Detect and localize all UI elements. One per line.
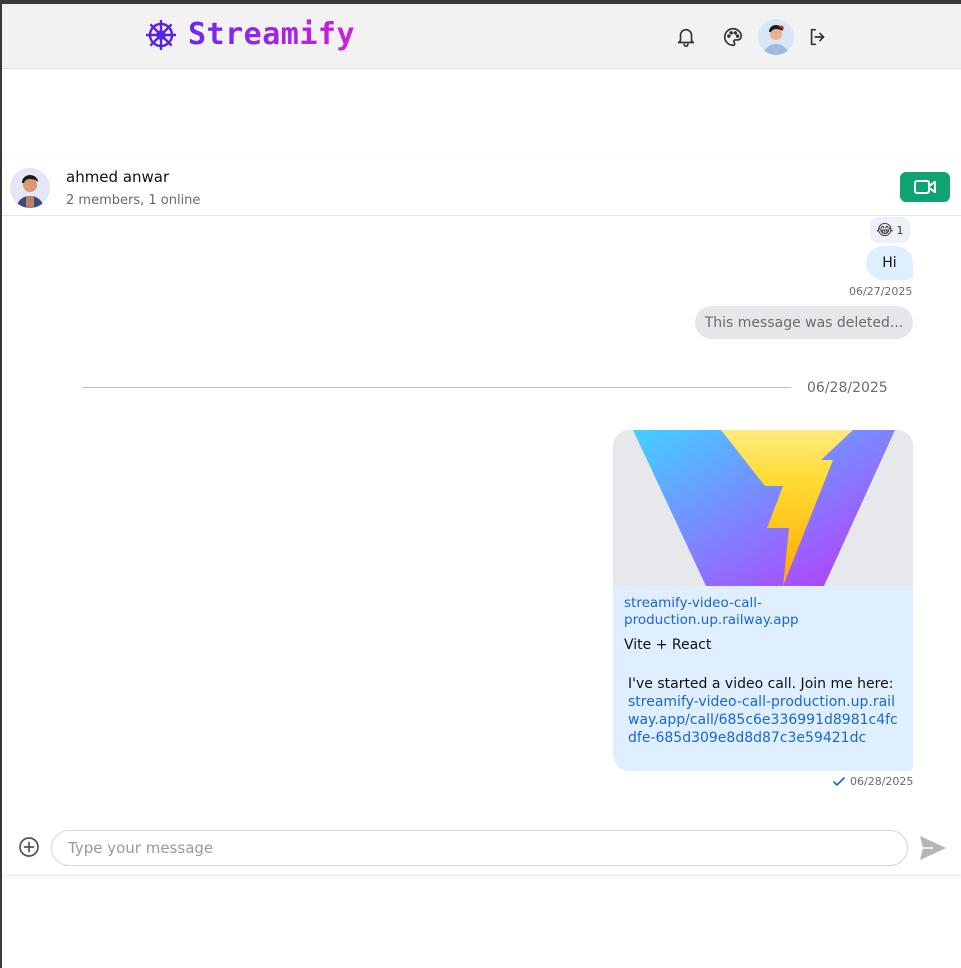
- reaction-count: 1: [896, 223, 904, 237]
- brand-name: Streamify: [188, 17, 356, 52]
- logout-icon[interactable]: [805, 24, 831, 50]
- message-timestamp: 06/27/2025: [849, 285, 913, 298]
- message-composer: [2, 825, 961, 869]
- channel-header: ahmed anwar 2 members, 1 online: [2, 158, 961, 216]
- channel-member-count: 2 members, 1 online: [66, 193, 201, 208]
- link-preview-url[interactable]: streamify-video-call-production.up.railw…: [624, 595, 904, 629]
- video-camera-icon: [913, 178, 937, 196]
- link-preview-title: Vite + React: [624, 637, 712, 653]
- link-preview-image: [613, 430, 913, 586]
- check-icon: [833, 776, 845, 787]
- chat-window: ahmed anwar 2 members, 1 online 😂 1 Hi 0…: [2, 158, 961, 874]
- link-preview-message[interactable]: streamify-video-call-production.up.railw…: [613, 430, 913, 771]
- send-icon[interactable]: [919, 835, 947, 861]
- message-status: 06/28/2025: [833, 775, 913, 788]
- brand-logo[interactable]: Streamify: [144, 17, 355, 52]
- video-call-link[interactable]: streamify-video-call-production.up.railw…: [628, 693, 898, 747]
- navbar: Streamify: [2, 4, 961, 69]
- message-text: I've started a video call. Join me here:…: [628, 675, 898, 747]
- deleted-message-bubble: This message was deleted...: [695, 306, 913, 339]
- date-separator-label: 06/28/2025: [807, 380, 888, 396]
- message-bubble[interactable]: Hi: [866, 246, 913, 280]
- message-body: I've started a video call. Join me here:: [628, 676, 894, 692]
- channel-avatar: [10, 168, 50, 208]
- message-reaction[interactable]: 😂 1: [870, 217, 910, 243]
- message-input[interactable]: [51, 830, 908, 866]
- palette-icon[interactable]: [720, 24, 746, 50]
- video-call-button[interactable]: [900, 172, 950, 202]
- bell-icon[interactable]: [673, 24, 699, 50]
- channel-name: ahmed anwar: [66, 168, 170, 186]
- plus-circle-icon[interactable]: [18, 836, 40, 858]
- reaction-emoji: 😂: [876, 221, 894, 239]
- user-avatar[interactable]: [758, 19, 794, 55]
- message-timestamp: 06/28/2025: [850, 775, 914, 788]
- ship-wheel-icon: [144, 18, 178, 52]
- date-separator-line: [83, 387, 791, 388]
